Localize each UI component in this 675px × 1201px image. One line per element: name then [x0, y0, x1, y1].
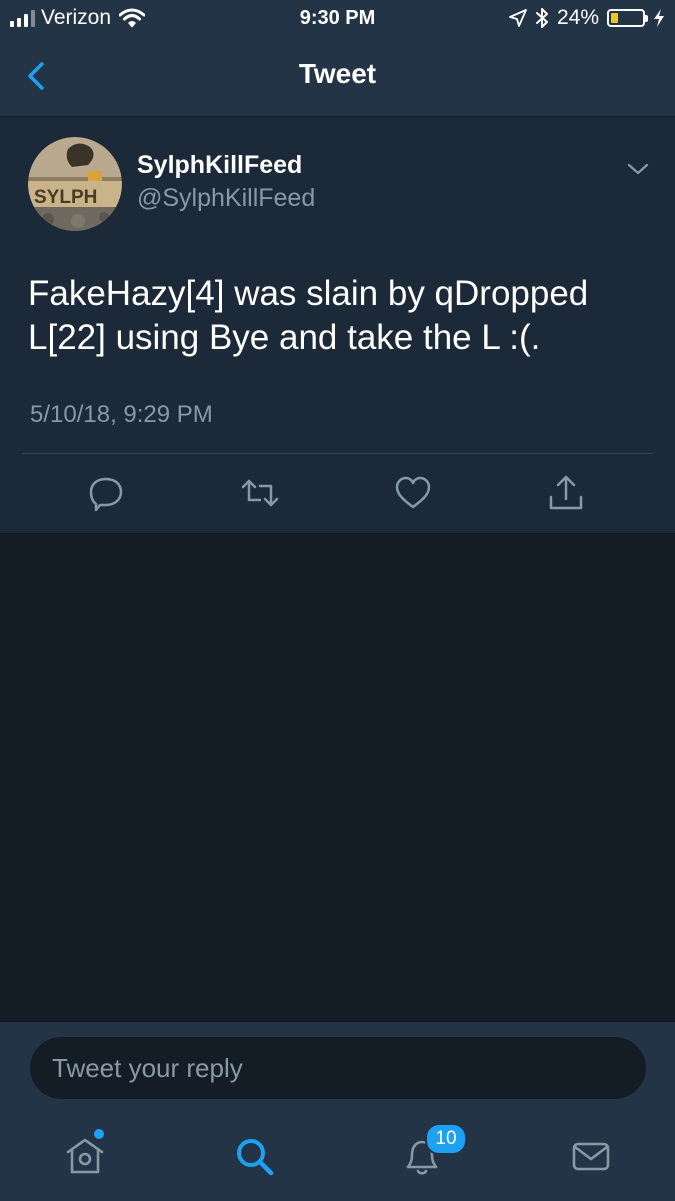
tweet-timestamp: 5/10/18, 9:29 PM	[30, 401, 213, 428]
messages-icon[interactable]	[569, 1134, 613, 1178]
page-title: Tweet	[298, 58, 377, 89]
battery-nub	[645, 15, 648, 22]
location-arrow-icon	[509, 9, 527, 27]
divider	[22, 453, 653, 454]
bottom-bar: Tweet your reply	[0, 1021, 675, 1201]
battery-percent: 24%	[556, 6, 599, 29]
battery-icon	[607, 9, 648, 27]
svg-text:SYLPH: SYLPH	[34, 187, 97, 208]
chevron-down-icon[interactable]	[624, 159, 652, 179]
user-handle[interactable]: @SylphKillFeed	[137, 184, 315, 213]
like-icon[interactable]	[393, 473, 433, 513]
search-icon[interactable]	[232, 1134, 276, 1178]
display-name[interactable]: SylphKillFeed	[137, 151, 302, 180]
bluetooth-icon	[535, 8, 548, 28]
tweet-text: FakeHazy[4] was slain by qDropped L[22] …	[28, 274, 589, 357]
retweet-icon[interactable]	[240, 473, 280, 513]
status-right: 24%	[509, 6, 665, 30]
avatar[interactable]: SYLPH	[28, 137, 122, 231]
status-bar: Verizon 9:30 PM 24%	[0, 0, 675, 40]
charging-bolt-icon	[654, 9, 664, 27]
reply-icon[interactable]	[86, 473, 126, 513]
empty-area	[0, 534, 675, 1021]
notifications-badge: 10	[425, 1123, 467, 1155]
tweet-card: SYLPH SylphKillFeed @SylphKillFeed FakeH…	[0, 117, 675, 534]
battery-fill	[611, 13, 618, 23]
home-icon[interactable]	[63, 1134, 107, 1178]
share-icon[interactable]	[546, 473, 586, 513]
nav-bar: Tweet	[0, 40, 675, 117]
reply-input[interactable]: Tweet your reply	[30, 1037, 646, 1099]
home-unread-dot	[94, 1129, 104, 1139]
